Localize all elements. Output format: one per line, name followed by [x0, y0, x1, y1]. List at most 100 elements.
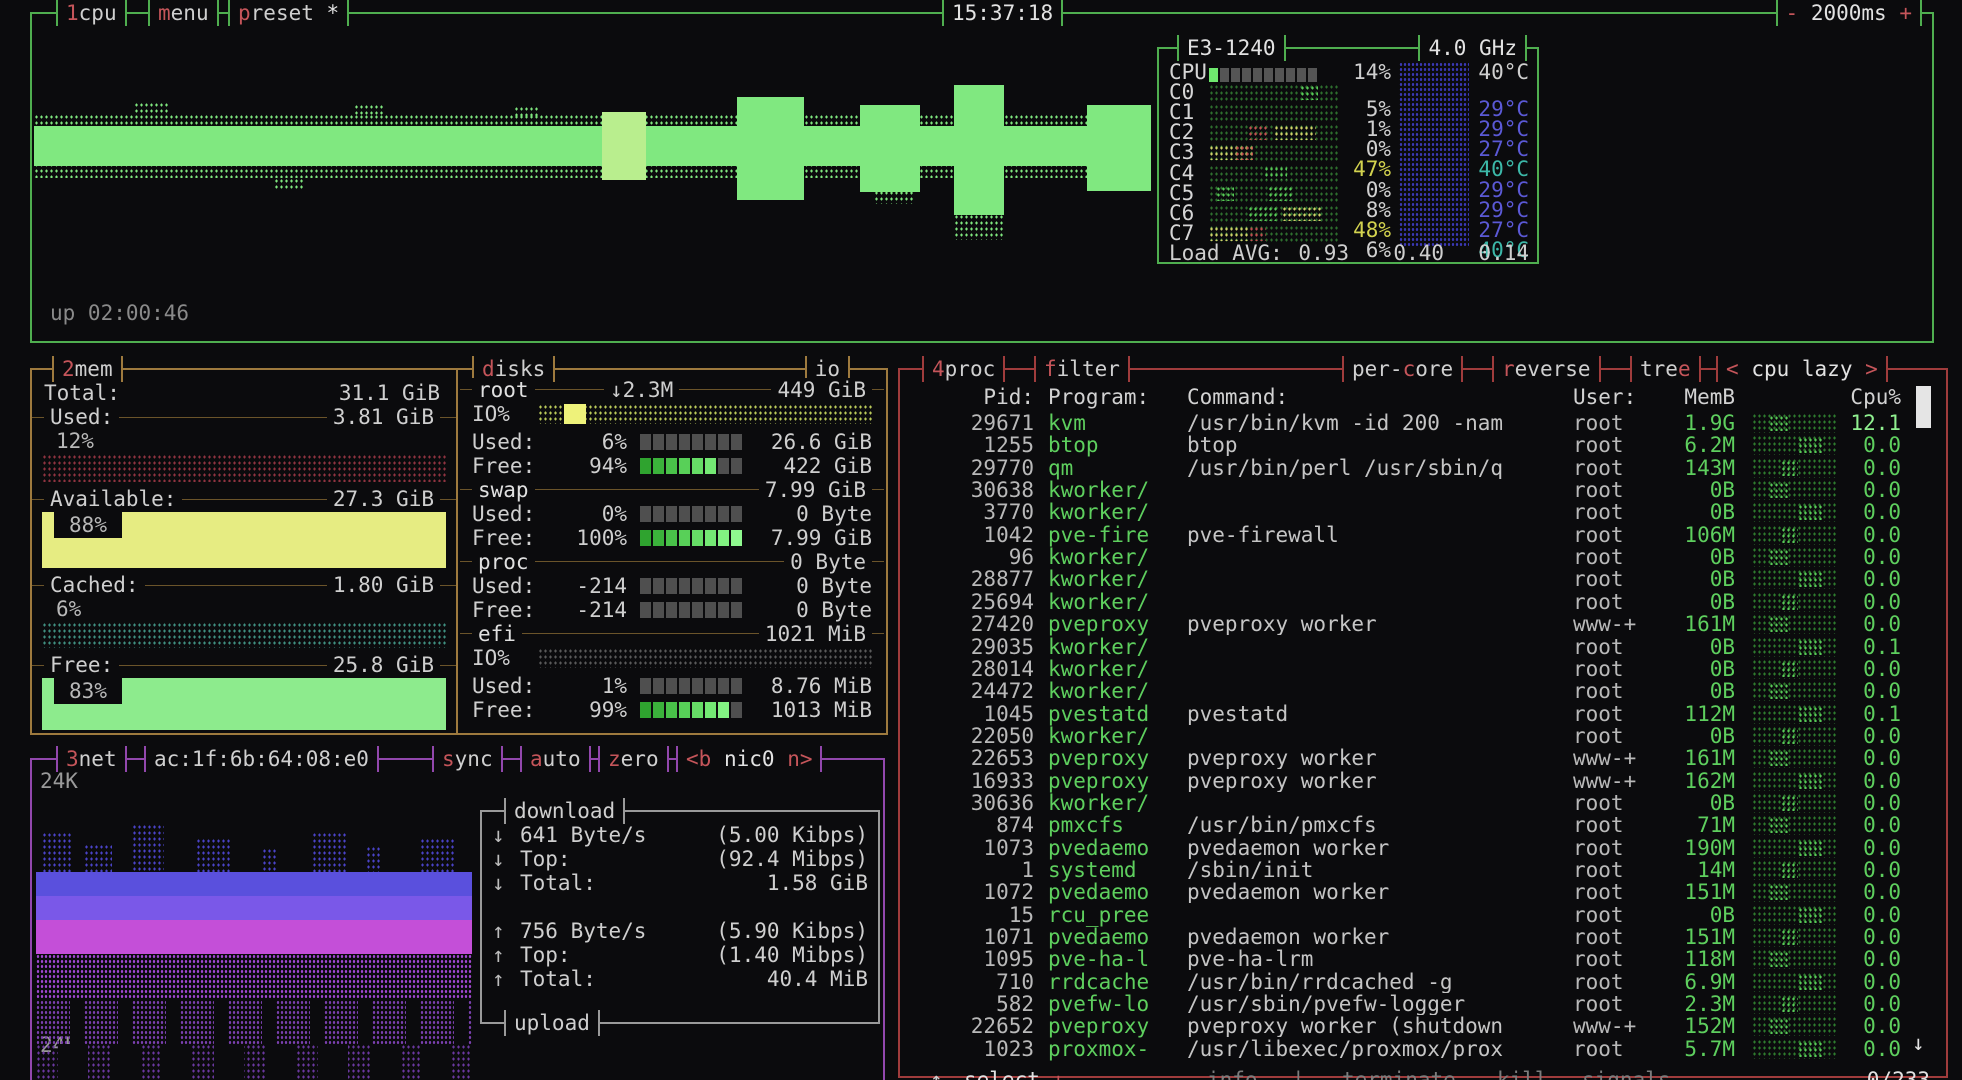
process-mem: 0B [1630, 591, 1735, 613]
process-row[interactable]: 1072 pvedaemo pvedaemon worker root 151M… [900, 881, 1946, 903]
select-down-icon[interactable]: ↓ [1052, 1068, 1065, 1080]
nic-name: nic0 [724, 747, 775, 771]
process-row[interactable]: 96 kworker/ root 0B 0.0 [900, 546, 1946, 568]
process-row[interactable]: 1023 proxmox- /usr/libexec/proxmox/prox … [900, 1038, 1946, 1060]
meter-block [705, 434, 716, 450]
process-row[interactable]: 24472 kworker/ root 0B 0.0 [900, 680, 1946, 702]
select-up-icon[interactable]: ↑ [930, 1068, 943, 1080]
nic-selector[interactable]: <b nic0 n> [676, 746, 822, 772]
process-row[interactable]: 22652 pveproxy pveproxy worker (shutdown… [900, 1015, 1946, 1037]
tab-preset[interactable]: preset * [228, 0, 349, 26]
process-row[interactable]: 30636 kworker/ root 0B 0.0 [900, 792, 1946, 814]
process-row[interactable]: 30638 kworker/ root 0B 0.0 [900, 479, 1946, 501]
process-cpu-pct: 0.0 [1800, 792, 1901, 814]
process-pid: 582 [908, 993, 1034, 1015]
core-history-graph [1209, 165, 1339, 182]
net-graph-column [312, 832, 346, 872]
meter-block [653, 506, 664, 522]
up-arrow-icon: ↑ [492, 944, 505, 966]
core-history-graph [1209, 144, 1339, 161]
process-mem: 118M [1630, 948, 1735, 970]
cpu-core-row: CPU 14% 40°C [1159, 62, 1537, 83]
disk-usage-pct: 99% [532, 698, 627, 722]
scroll-down-indicator[interactable]: ↓ [1912, 1032, 1925, 1054]
meter-block [679, 458, 690, 474]
process-row[interactable]: 1255 btop btop root 6.2M 0.0 [900, 434, 1946, 456]
process-row[interactable]: 582 pvefw-lo /usr/sbin/pvefw-logger root… [900, 993, 1946, 1015]
process-program: rcu_pree [1048, 904, 1183, 926]
process-row[interactable]: 28014 kworker/ root 0B 0.0 [900, 658, 1946, 680]
process-command: /sbin/init [1187, 859, 1559, 881]
select-action[interactable]: select [964, 1068, 1040, 1080]
clock: 15:37:18 [942, 0, 1063, 26]
process-row[interactable]: 22050 kworker/ root 0B 0.0 [900, 725, 1946, 747]
kill-action[interactable]: kill [1497, 1068, 1548, 1080]
process-pid: 96 [908, 546, 1034, 568]
cpu-meter-block [1220, 68, 1229, 82]
process-row[interactable]: 1071 pvedaemo pvedaemon worker root 151M… [900, 926, 1946, 948]
process-program: kworker/ [1048, 725, 1183, 747]
nic-next-button[interactable]: n> [787, 747, 812, 771]
info-action[interactable]: info [1207, 1068, 1258, 1080]
process-pid: 15 [908, 904, 1034, 926]
tab-auto[interactable]: auto [520, 746, 591, 772]
process-row[interactable]: 29770 qm /usr/bin/perl /usr/sbin/q root … [900, 457, 1946, 479]
interval-plus-button[interactable]: + [1899, 1, 1912, 25]
meter-block [640, 530, 651, 546]
disk-size: 7.99 GiB [759, 478, 872, 502]
meter-block [679, 578, 690, 594]
nic-prev-button[interactable]: <b [686, 747, 711, 771]
process-mem: 0B [1630, 725, 1735, 747]
terminate-action[interactable]: terminate [1342, 1068, 1456, 1080]
process-row[interactable]: 1045 pvestatd pvestatd root 112M 0.1 [900, 703, 1946, 725]
process-program: kworker/ [1048, 792, 1183, 814]
process-cpu-pct: 0.0 [1800, 501, 1901, 523]
tab-sync[interactable]: sync [432, 746, 503, 772]
process-row[interactable]: 3770 kworker/ root 0B 0.0 [900, 501, 1946, 523]
interval-minus-button[interactable]: - [1786, 1, 1799, 25]
upload-speed-bits: (5.90 Kibps) [716, 920, 868, 942]
process-mem: 0B [1630, 546, 1735, 568]
disk-usage-meter [640, 530, 744, 546]
tab-menu[interactable]: menu [148, 0, 219, 26]
process-row[interactable]: 25694 kworker/ root 0B 0.0 [900, 591, 1946, 613]
process-row[interactable]: 710 rrdcache /usr/bin/rrdcached -g root … [900, 971, 1946, 993]
tab-mem[interactable]: 2mem [52, 356, 123, 382]
process-row[interactable]: 1 systemd /sbin/init root 14M 0.0 [900, 859, 1946, 881]
process-row[interactable]: 16933 pveproxy pveproxy worker www-+ 162… [900, 770, 1946, 792]
process-program: pveproxy [1048, 1015, 1183, 1037]
load-average-15m: 0.14 [1464, 243, 1529, 264]
process-mem: 6.9M [1630, 971, 1735, 993]
net-graph-band [36, 896, 472, 920]
tab-zero[interactable]: zero [598, 746, 669, 772]
signals-action[interactable]: signals [1582, 1068, 1671, 1080]
process-row[interactable]: 29671 kvm /usr/bin/kvm -id 200 -nam root… [900, 412, 1946, 434]
tab-cpu[interactable]: 1cpu [56, 0, 127, 26]
process-row[interactable]: 29035 kworker/ root 0B 0.1 [900, 636, 1946, 658]
cpu-model: E3-1240 [1177, 35, 1286, 61]
process-pid: 24472 [908, 680, 1034, 702]
process-row[interactable]: 874 pmxcfs /usr/bin/pmxcfs root 71M 0.0 [900, 814, 1946, 836]
meter-block [718, 458, 729, 474]
meter-block [731, 530, 742, 546]
menu-hotkey: m [158, 1, 171, 25]
process-row[interactable]: 28877 kworker/ root 0B 0.0 [900, 568, 1946, 590]
process-row[interactable]: 27420 pveproxy pveproxy worker www-+ 161… [900, 613, 1946, 635]
process-row[interactable]: 15 rcu_pree root 0B 0.0 [900, 904, 1946, 926]
process-row[interactable]: 1073 pvedaemo pvedaemon worker root 190M… [900, 837, 1946, 859]
process-row[interactable]: 1095 pve-ha-l pve-ha-lrm root 118M 0.0 [900, 948, 1946, 970]
process-program: pmxcfs [1048, 814, 1183, 836]
process-pid: 29035 [908, 636, 1034, 658]
process-row[interactable]: 1042 pve-fire pve-firewall root 106M 0.0 [900, 524, 1946, 546]
meter-block [718, 602, 729, 618]
preset-tab-label: reset [251, 1, 314, 25]
meter-block [692, 678, 703, 694]
process-cpu-pct: 0.0 [1800, 613, 1901, 635]
process-program: kworker/ [1048, 568, 1183, 590]
cpu-meter-block [1264, 68, 1273, 82]
process-row[interactable]: 22653 pveproxy pveproxy worker www-+ 161… [900, 747, 1946, 769]
process-pid: 27420 [908, 613, 1034, 635]
process-cpu-pct: 0.0 [1800, 434, 1901, 456]
process-mem: 0B [1630, 636, 1735, 658]
disk-size: 1021 MiB [759, 622, 872, 646]
